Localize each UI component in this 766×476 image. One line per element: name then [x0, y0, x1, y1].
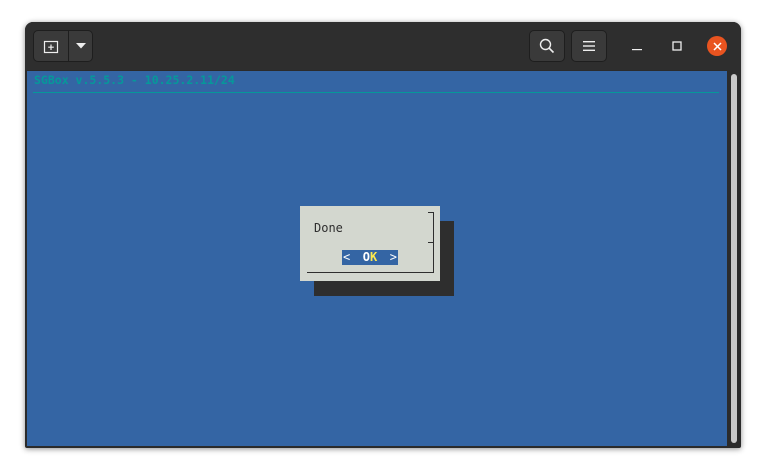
minimize-button[interactable] [625, 34, 649, 58]
close-button-circle [707, 36, 727, 56]
menu-button[interactable] [571, 30, 607, 62]
tab-dropdown-button[interactable] [68, 30, 93, 62]
maximize-button[interactable] [665, 34, 689, 58]
dialog-border-tick [428, 242, 433, 243]
dialog-border [307, 272, 434, 273]
message-dialog: Done < OK > [300, 206, 440, 281]
search-icon [539, 38, 555, 54]
ok-button-right-bracket: > [389, 250, 397, 264]
new-tab-icon [43, 38, 59, 54]
ok-button-label: OK [363, 250, 377, 265]
close-icon [712, 41, 722, 51]
terminal-window: SGBox v.5.5.3 - 10.25.2.11/24 Done < OK … [25, 22, 741, 448]
minimize-icon [632, 41, 642, 51]
ok-button-left-bracket: < [343, 250, 351, 264]
headerbar [25, 22, 741, 70]
backtitle-divider [33, 92, 719, 93]
ok-button-label-prefix: O [362, 250, 370, 264]
maximize-icon [672, 41, 682, 51]
terminal-area[interactable]: SGBox v.5.5.3 - 10.25.2.11/24 Done < OK … [27, 71, 727, 446]
terminal-backtitle: SGBox v.5.5.3 - 10.25.2.11/24 [34, 73, 235, 87]
ok-button[interactable]: < OK > [342, 250, 398, 265]
scrollbar-thumb[interactable] [731, 74, 737, 443]
dialog-border [433, 212, 434, 272]
scrollbar[interactable] [729, 71, 739, 446]
chevron-down-icon [75, 43, 86, 49]
close-button[interactable] [705, 34, 729, 58]
ok-button-hotkey: K [370, 250, 378, 264]
search-button[interactable] [529, 30, 565, 62]
dialog-border-tick [428, 212, 433, 213]
new-tab-button[interactable] [33, 30, 69, 62]
dialog-message: Done [314, 221, 343, 235]
hamburger-menu-icon [582, 40, 596, 52]
